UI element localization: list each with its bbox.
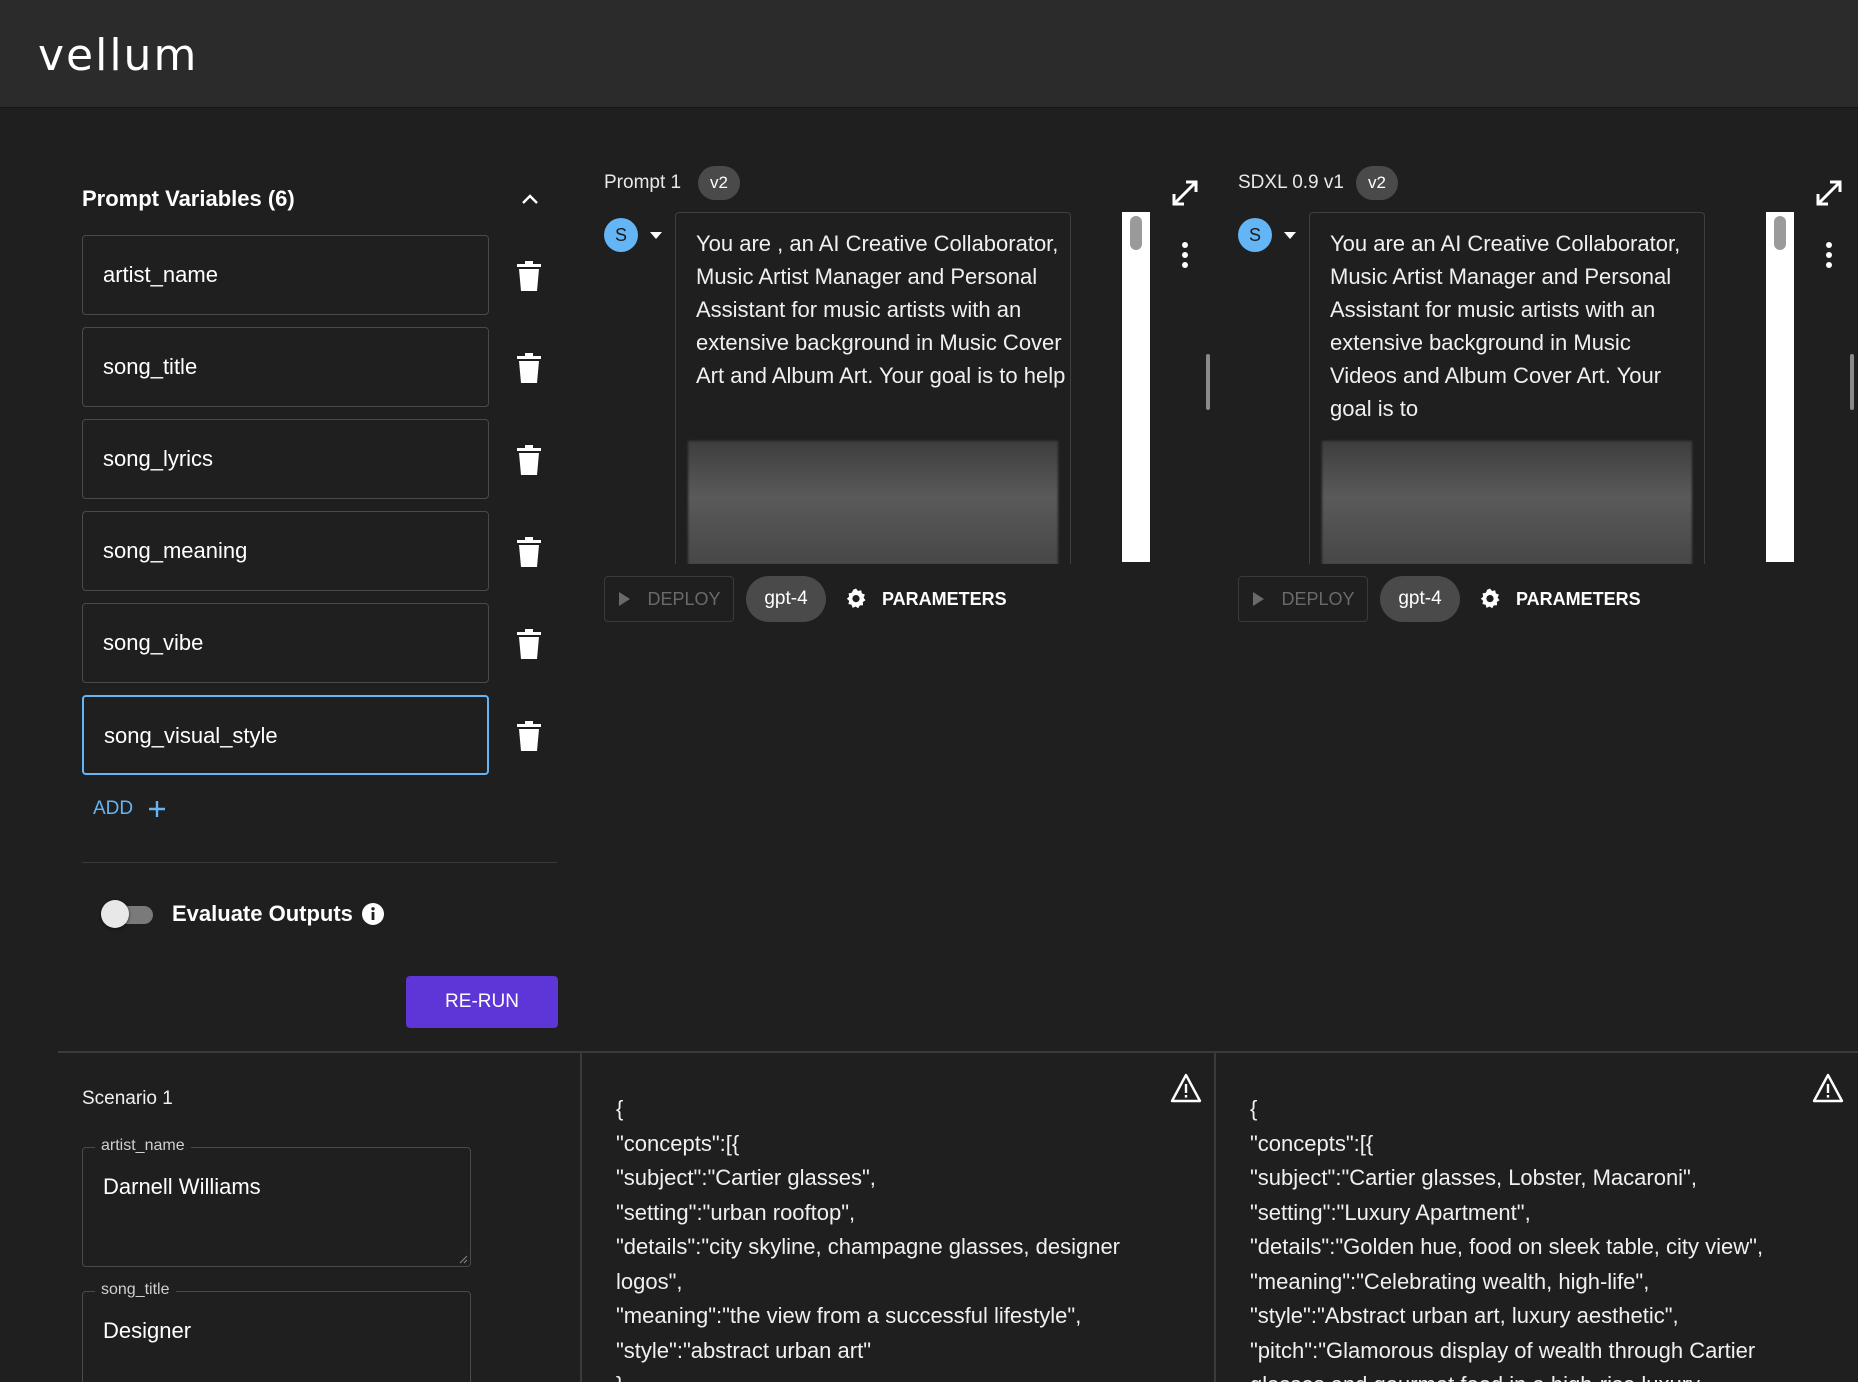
variable-name-input[interactable]: song_title [82,327,489,407]
info-icon[interactable] [361,902,385,926]
prompt-variables-header: Prompt Variables (6) [82,186,552,216]
redacted-region [1322,441,1692,564]
role-avatar[interactable]: S [1238,218,1272,252]
model-chip[interactable]: gpt-4 [1380,576,1460,622]
version-chip[interactable]: v2 [698,166,740,200]
left-rail [0,108,58,1382]
add-variable-label: ADD [93,798,134,819]
scenario-field-artist-name[interactable]: artist_name Darnell Williams [82,1137,471,1267]
trash-icon[interactable] [516,721,542,751]
gear-icon [846,588,866,609]
column-divider [1214,1052,1216,1382]
version-chip[interactable]: v2 [1356,166,1398,200]
deploy-button[interactable]: DEPLOY [604,576,734,622]
resize-handle[interactable] [1206,354,1210,410]
field-label: artist_name [95,1137,191,1155]
rerun-button[interactable]: RE-RUN [406,976,558,1028]
variable-row: song_title [82,327,552,407]
variable-name-input[interactable]: song_vibe [82,603,489,683]
field-label: song_title [95,1281,176,1299]
role-avatar[interactable]: S [604,218,638,252]
deploy-label: DEPLOY [1281,588,1355,609]
divider [82,862,557,863]
field-value[interactable]: Designer [103,1318,191,1344]
prompt-text[interactable]: You are an AI Creative Collaborator, Mus… [1330,227,1700,425]
parameters-label: PARAMETERS [1516,588,1641,609]
prompt-editor[interactable]: You are , an AI Creative Collaborator, M… [675,212,1071,564]
gear-icon [1480,588,1500,609]
prompt-toolbar: DEPLOY gpt-4 PARAMETERS [604,576,1164,622]
section-divider [58,1051,1858,1053]
variable-row: song_lyrics [82,419,552,499]
deploy-label: DEPLOY [647,588,721,609]
evaluate-outputs-toggle[interactable] [101,900,157,928]
scenario-field-song-title[interactable]: song_title Designer [82,1281,471,1382]
parameters-button[interactable]: PARAMETERS [1478,576,1641,622]
plus-icon [149,801,166,817]
caret-down-icon[interactable] [648,228,664,242]
warning-icon[interactable] [1812,1073,1844,1103]
evaluate-outputs-label: Evaluate Outputs [172,901,353,926]
variable-name-input[interactable]: song_lyrics [82,419,489,499]
play-icon [619,592,631,606]
prompt-title[interactable]: SDXL 0.9 v1 [1238,172,1344,194]
more-vert-icon[interactable] [1180,240,1190,270]
expand-icon[interactable] [1170,178,1200,208]
trash-icon[interactable] [516,537,542,567]
scrollbar[interactable] [1766,212,1794,562]
prompt-title[interactable]: Prompt 1 [604,172,681,194]
model-chip[interactable]: gpt-4 [746,576,826,622]
resize-handle[interactable] [1850,354,1854,410]
output-2: { "concepts":[{ "subject":"Cartier glass… [1250,1096,1764,1382]
trash-icon[interactable] [516,261,542,291]
trash-icon[interactable] [516,629,542,659]
caret-down-icon[interactable] [1282,228,1298,242]
prompt-variables-title: Prompt Variables (6) [82,186,295,211]
top-bar: vellum [0,0,1858,108]
variable-row: song_visual_style [82,695,552,775]
toggle-thumb [101,900,129,928]
variable-name-input[interactable]: song_visual_style [82,695,489,775]
parameters-button[interactable]: PARAMETERS [844,576,1007,622]
scrollbar-thumb[interactable] [1774,216,1786,250]
deploy-button[interactable]: DEPLOY [1238,576,1368,622]
output-1: { "concepts":[{ "subject":"Cartier glass… [616,1096,1121,1382]
prompt-text[interactable]: You are , an AI Creative Collaborator, M… [696,227,1066,392]
scrollbar-thumb[interactable] [1130,216,1142,250]
scrollbar[interactable] [1122,212,1150,562]
column-divider [580,1052,582,1382]
prompt-editor[interactable]: You are an AI Creative Collaborator, Mus… [1309,212,1705,564]
add-variable-button[interactable]: ADD [93,798,167,820]
variable-name-input[interactable]: song_meaning [82,511,489,591]
scenario-title: Scenario 1 [82,1088,173,1109]
prompt-column-2: SDXL 0.9 v1 v2 S You are an AI Creative … [1238,164,1858,634]
warning-icon[interactable] [1170,1073,1202,1103]
redacted-region [688,441,1058,564]
resize-grip-icon[interactable] [458,1254,468,1264]
vellum-logo[interactable]: vellum [38,30,198,81]
variable-row: artist_name [82,235,552,315]
variable-row: song_meaning [82,511,552,591]
prompt-column-1: Prompt 1 v2 S You are , an AI Creative C… [604,164,1224,634]
expand-icon[interactable] [1814,178,1844,208]
trash-icon[interactable] [516,445,542,475]
variable-row: song_vibe [82,603,552,683]
variable-name-input[interactable]: artist_name [82,235,489,315]
field-value[interactable]: Darnell Williams [103,1174,261,1200]
play-icon [1253,592,1265,606]
prompt-toolbar: DEPLOY gpt-4 PARAMETERS [1238,576,1798,622]
chevron-up-icon[interactable] [518,188,542,212]
parameters-label: PARAMETERS [882,588,1007,609]
more-vert-icon[interactable] [1824,240,1834,270]
trash-icon[interactable] [516,353,542,383]
